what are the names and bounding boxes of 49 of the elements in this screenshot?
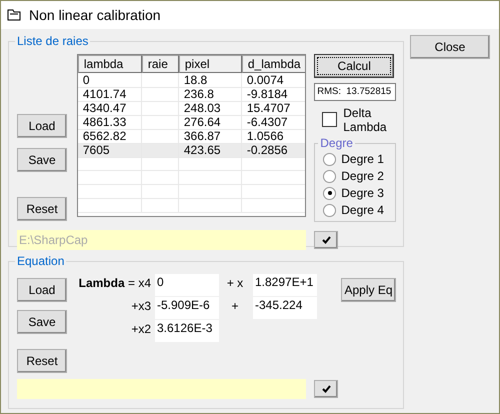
confirm-button[interactable] [314,231,338,249]
action-button[interactable]: Reset [17,197,67,221]
radio-label: Degre 3 [341,186,384,200]
coefficient-field[interactable]: -345.224 [253,297,317,319]
checkbox[interactable] [322,112,338,127]
radio-button[interactable] [323,152,336,166]
radio-button[interactable] [323,204,336,216]
rms-readout: RMS: 13.752815 [314,83,396,101]
coefficient-field[interactable]: 1.8297E+1 [253,274,317,296]
coefficient-field[interactable]: 3.6126E-3 [155,320,219,342]
table-row[interactable]: 0 18.8 0.0074 [78,73,306,87]
radio-button[interactable] [323,170,336,182]
table-row[interactable]: 4340.47 248.03 15.4707 [78,101,306,115]
term-label: +x3 [130,298,152,315]
action-button[interactable]: Load [17,278,67,302]
table-row[interactable]: 4101.74 236.8 -9.8184 [78,87,306,101]
action-button[interactable]: Save [17,148,67,172]
table-row[interactable]: 4861.33 276.64 -6.4307 [78,115,306,129]
check-icon [322,385,330,393]
group-title: Liste de raies [15,34,90,48]
radio-button[interactable] [323,186,336,200]
confirm-button[interactable] [314,380,338,398]
check-icon [322,236,330,244]
equation-field[interactable] [17,379,306,399]
apply-button[interactable]: Apply Eq [341,278,396,302]
column-header[interactable]: d_lambda [242,55,306,73]
term-label: + [230,298,240,315]
checkbox-label: Delta Lambda [343,106,388,134]
coefficient-field[interactable]: -5.909E-6 [155,297,219,319]
window-title: Non linear calibration [29,7,161,23]
window-icon [7,9,21,21]
term-label: +x2 [130,321,152,338]
column-header[interactable]: lambda [78,55,142,73]
group-title: Degre [318,136,355,150]
action-button[interactable]: Load [17,114,67,138]
radio-label: Degre 1 [341,152,384,166]
table-row[interactable]: 7605 423.65 -0.2856 [78,143,306,157]
term-label: Lambda = x4 [78,275,152,292]
action-button[interactable]: Reset [17,349,67,373]
close-button[interactable]: Close [410,35,490,59]
group-title: Equation [15,254,66,268]
column-header[interactable]: pixel [178,55,242,73]
calcul-button[interactable]: Calcul [314,54,394,78]
term-label: + x [226,275,244,292]
radio-label: Degre 2 [341,169,384,183]
action-button[interactable]: Save [17,310,67,334]
column-header[interactable]: raie [142,55,179,73]
coefficient-field[interactable]: 0 [155,274,219,296]
radio-label: Degre 4 [341,203,384,217]
